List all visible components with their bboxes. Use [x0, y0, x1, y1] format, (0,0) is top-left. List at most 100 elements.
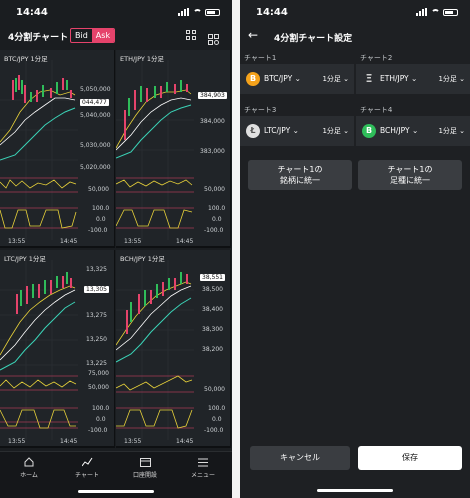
time-tick: 13:55: [8, 238, 26, 245]
chart-panel-bch[interactable]: BCH/JPY 1分足 38,551 38,500 38,400 38,300 …: [116, 250, 231, 448]
battery-icon: [443, 8, 458, 16]
price-label: 13,275: [86, 312, 107, 319]
time-tick: 13:55: [8, 438, 26, 445]
osc-label: 100.0: [92, 405, 110, 412]
pair-select[interactable]: BCH/JPY ⌄: [380, 126, 418, 135]
page-title: 4分割チャート: [8, 33, 69, 43]
status-icons: [178, 8, 220, 16]
timeframe-value: 1分足: [438, 127, 457, 135]
time-tick: 13:55: [124, 238, 142, 245]
unify-pair-button[interactable]: チャート1の 銘柄に統一: [248, 160, 352, 190]
price-label: 13,325: [86, 266, 107, 273]
signal-icon: [178, 8, 190, 16]
chart-slot-1: チャート1 B BTC/JPY ⌄ 1分足 ⌄: [240, 50, 354, 102]
home-icon: [24, 457, 34, 467]
tab-menu[interactable]: メニュー: [174, 456, 232, 479]
tab-chart[interactable]: チャート: [58, 456, 116, 479]
osc-label: 0.0: [96, 416, 106, 423]
pair-value: BCH/JPY: [380, 126, 410, 135]
page-title: 4分割チャート設定: [274, 34, 353, 44]
bid-ask-toggle[interactable]: Bid Ask: [70, 28, 116, 43]
price-label: 38,300: [202, 326, 223, 333]
status-time: 14:44: [256, 7, 288, 18]
time-tick: 14:45: [60, 238, 78, 245]
status-icons: [416, 8, 458, 16]
pair-value: BTC/JPY: [264, 74, 293, 83]
status-time: 14:44: [16, 7, 48, 18]
right-phone-screen: 14:44 ← 4分割チャート設定 チャート1 B BTC/JPY ⌄ 1分足 …: [240, 0, 470, 498]
battery-icon: [205, 8, 220, 16]
osc-label: 100.0: [208, 205, 226, 212]
pair-select[interactable]: BTC/JPY ⌄: [264, 74, 301, 83]
pair-value: LTC/JPY: [264, 126, 291, 135]
osc-label: 0.0: [212, 216, 222, 223]
tab-label: 口座開設: [132, 472, 157, 479]
chart-label: LTC/JPY 1分足: [4, 255, 46, 263]
osc-label: 50,000: [88, 384, 109, 391]
chart-slot-4: チャート4 B BCH/JPY ⌄ 1分足 ⌄: [356, 102, 470, 154]
button-line: チャート1の: [277, 165, 323, 174]
osc-label: 100.0: [92, 205, 110, 212]
litecoin-icon: Ł: [246, 124, 260, 138]
layout-grid-icon[interactable]: [186, 30, 196, 40]
button-line: チャート1の: [387, 165, 433, 174]
timeframe-select[interactable]: 1分足 ⌄: [438, 126, 465, 136]
chart-label: BTC/JPY 1分足: [4, 55, 48, 63]
current-price-tag: 13,305: [84, 286, 109, 293]
osc-label: 50,000: [88, 186, 109, 193]
wifi-icon: [193, 8, 202, 16]
tab-label: チャート: [75, 472, 99, 479]
slot-selector[interactable]: B BTC/JPY ⌄ 1分足 ⌄: [240, 64, 354, 94]
tab-account-open[interactable]: 口座開設: [116, 456, 174, 479]
price-label: 13,225: [86, 360, 107, 367]
settings-grid-icon[interactable]: [208, 30, 219, 45]
timeframe-value: 1分足: [322, 127, 341, 135]
current-price-tag: 384,903: [198, 92, 227, 99]
bid-button[interactable]: Bid: [71, 29, 92, 42]
time-tick: 14:45: [176, 438, 194, 445]
price-label: 38,500: [202, 286, 223, 293]
chart-panel-ltc[interactable]: LTC/JPY 1分足 13,325 13,305 13,275 13,250 …: [0, 250, 115, 448]
status-bar: 14:44: [0, 0, 232, 22]
current-price-tag: 38,551: [200, 274, 225, 281]
slot-selector[interactable]: B BCH/JPY ⌄ 1分足 ⌄: [356, 116, 470, 146]
chart-label: ETH/JPY 1分足: [120, 55, 165, 63]
tab-label: ホーム: [20, 472, 38, 479]
price-label: 5,020,000: [80, 164, 111, 171]
slot-selector[interactable]: Ł LTC/JPY ⌄ 1分足 ⌄: [240, 116, 354, 146]
bitcoin-cash-icon: B: [362, 124, 376, 138]
chart-header: 4分割チャート Bid Ask: [0, 26, 232, 48]
unify-timeframe-button[interactable]: チャート1の 足種に統一: [358, 160, 462, 190]
tab-home[interactable]: ホーム: [0, 456, 58, 479]
pair-select[interactable]: ETH/JPY ⌄: [380, 74, 417, 83]
save-button[interactable]: 保存: [358, 446, 462, 470]
price-label: 5,050,000: [80, 86, 111, 93]
chart-slot-2: チャート2 Ξ ETH/JPY ⌄ 1分足 ⌄: [356, 50, 470, 102]
time-tick: 14:45: [176, 238, 194, 245]
timeframe-select[interactable]: 1分足 ⌄: [438, 74, 465, 84]
timeframe-select[interactable]: 1分足 ⌄: [322, 126, 349, 136]
ethereum-icon: Ξ: [365, 72, 373, 85]
slot-label: チャート2: [360, 54, 393, 62]
chart-panel-eth[interactable]: ETH/JPY 1分足 384,903 384,000 383,000 50,0…: [116, 50, 231, 248]
wifi-icon: [431, 8, 440, 16]
timeframe-select[interactable]: 1分足 ⌄: [322, 74, 349, 84]
price-label: 383,000: [200, 148, 225, 155]
time-tick: 14:45: [60, 438, 78, 445]
bitcoin-icon: B: [246, 72, 260, 86]
chart-panel-btc[interactable]: BTC/JPY 1分足 5,050,000 5,040,000 5,030,00…: [0, 50, 115, 248]
cancel-button[interactable]: キャンセル: [250, 446, 350, 470]
home-indicator: [317, 489, 393, 492]
pair-select[interactable]: LTC/JPY ⌄: [264, 126, 299, 135]
osc-label: 0.0: [96, 216, 106, 223]
bottom-tab-bar: ホーム チャート 口座開設 メニュー: [0, 451, 232, 498]
chart-label: BCH/JPY 1分足: [120, 255, 165, 263]
slot-label: チャート4: [360, 106, 393, 114]
slot-selector[interactable]: Ξ ETH/JPY ⌄ 1分足 ⌄: [356, 64, 470, 94]
back-arrow-icon[interactable]: ←: [248, 28, 258, 42]
four-chart-grid: BTC/JPY 1分足 5,050,000 5,040,000 5,030,00…: [0, 50, 232, 450]
price-label: 5,030,000: [80, 142, 111, 149]
ask-button[interactable]: Ask: [91, 29, 115, 42]
pair-value: ETH/JPY: [380, 74, 409, 83]
price-label: 5,040,000: [80, 112, 111, 119]
